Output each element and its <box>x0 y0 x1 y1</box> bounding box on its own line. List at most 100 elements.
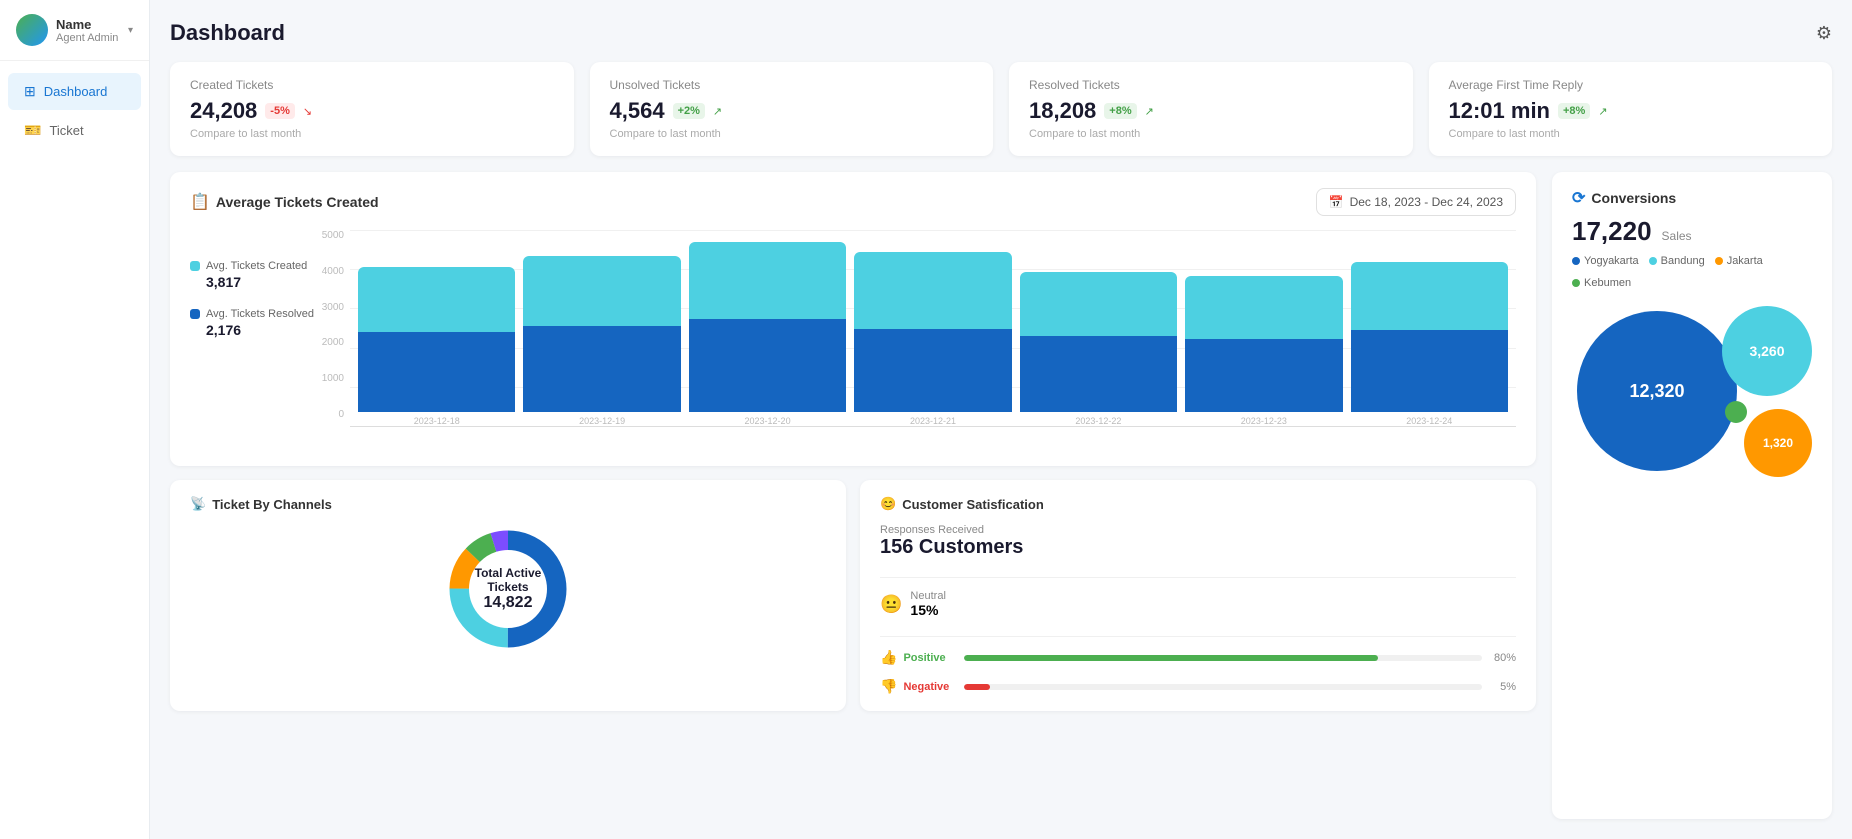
conversion-sub: Sales <box>1662 229 1692 243</box>
bubble-area: 12,320 3,260 1,320 <box>1572 301 1812 501</box>
bubble-val-yogyakarta: 12,320 <box>1629 381 1684 402</box>
stat-value-row: 18,208 +8% ↗ <box>1029 98 1393 124</box>
stat-badge: +8% <box>1104 103 1136 119</box>
bar-bottom-6 <box>1185 339 1342 412</box>
legend-bandung: Bandung <box>1649 255 1705 267</box>
bar-col-2: 2023-12-19 <box>523 256 680 426</box>
sidebar: Name Agent Admin ▾ ⊞ Dashboard 🎫 Ticket <box>0 0 150 839</box>
ticket-channels-card: 📡 Ticket By Channels <box>170 480 846 711</box>
label-jakarta: Jakarta <box>1727 255 1763 267</box>
channels-icon: 📡 <box>190 496 206 512</box>
bottom-section: 📋 Average Tickets Created 📅 Dec 18, 2023… <box>170 172 1832 819</box>
donut-wrapper: Total Active Tickets 14,822 <box>428 524 588 654</box>
bar-top-5 <box>1020 272 1177 336</box>
stat-badge: -5% <box>265 103 295 119</box>
lower-row: 📡 Ticket By Channels <box>170 480 1536 711</box>
stat-card-resolved: Resolved Tickets 18,208 +8% ↗ Compare to… <box>1009 62 1413 156</box>
stat-value: 4,564 <box>610 98 665 124</box>
conversion-title: ⟳ Conversions <box>1572 188 1812 208</box>
y-label: 2000 <box>322 337 344 348</box>
neutral-info: Neutral 15% <box>910 590 945 618</box>
legend-label-resolved: Avg. Tickets Resolved <box>206 308 314 320</box>
donut-total-label: Total Active Tickets <box>468 566 548 594</box>
responses-value: 156 Customers <box>880 536 1516 559</box>
sentiment-negative: 👎 Negative 5% <box>880 678 1516 695</box>
positive-bar-fill <box>964 655 1378 661</box>
bar-label-4: 2023-12-21 <box>910 416 956 426</box>
bar-label-1: 2023-12-18 <box>414 416 460 426</box>
bar-col-5: 2023-12-22 <box>1020 272 1177 426</box>
chart-container: Avg. Tickets Created 3,817 Avg. Tickets … <box>190 230 1516 450</box>
negative-pct: 5% <box>1488 681 1516 693</box>
bar-bottom-5 <box>1020 336 1177 412</box>
stat-value: 12:01 min <box>1449 98 1551 124</box>
bar-top-1 <box>358 267 515 332</box>
stat-label: Created Tickets <box>190 78 554 92</box>
bar-bottom-7 <box>1351 330 1508 413</box>
dot-kebumen <box>1572 279 1580 287</box>
neutral-label: Neutral <box>910 590 945 602</box>
donut-section: Total Active Tickets 14,822 <box>190 524 826 654</box>
bar-bottom-1 <box>358 332 515 412</box>
chart-area: 2023-12-18 2023-12-19 <box>350 230 1516 426</box>
csat-title-text: Customer Satisfication <box>902 497 1044 512</box>
chart-icon: 📋 <box>190 192 210 212</box>
user-name: Name <box>56 17 124 32</box>
settings-icon[interactable]: ⚙ <box>1816 23 1832 44</box>
sidebar-item-dashboard[interactable]: ⊞ Dashboard <box>8 73 141 110</box>
csat-icon: 😊 <box>880 496 896 512</box>
date-picker[interactable]: 📅 Dec 18, 2023 - Dec 24, 2023 <box>1316 188 1516 216</box>
bubble-val-jakarta: 1,320 <box>1763 436 1793 450</box>
stat-card-reply-time: Average First Time Reply 12:01 min +8% ↗… <box>1429 62 1833 156</box>
y-axis: 5000 4000 3000 2000 1000 0 <box>310 230 350 420</box>
user-role: Agent Admin <box>56 32 124 44</box>
label-bandung: Bandung <box>1661 255 1705 267</box>
negative-bar-fill <box>964 684 990 690</box>
y-label: 3000 <box>322 302 344 313</box>
bar-label-7: 2023-12-24 <box>1406 416 1452 426</box>
bars-container: 2023-12-18 2023-12-19 <box>350 230 1516 426</box>
conversion-value: 17,220 <box>1572 216 1652 247</box>
responses-section: Responses Received 156 Customers <box>880 524 1516 559</box>
csat-section: Responses Received 156 Customers 😐 Neutr… <box>880 524 1516 695</box>
user-profile[interactable]: Name Agent Admin ▾ <box>0 0 149 61</box>
bar-col-4: 2023-12-21 <box>854 252 1011 426</box>
bar-top-2 <box>523 256 680 326</box>
y-label: 0 <box>338 409 344 420</box>
page-title: Dashboard <box>170 20 285 46</box>
legend-label-created: Avg. Tickets Created <box>206 260 307 272</box>
neutral-icon: 😐 <box>880 594 902 615</box>
stat-value: 24,208 <box>190 98 257 124</box>
chart-header: 📋 Average Tickets Created 📅 Dec 18, 2023… <box>190 188 1516 216</box>
sidebar-item-label: Dashboard <box>44 84 108 99</box>
y-label: 5000 <box>322 230 344 241</box>
positive-pct: 80% <box>1488 652 1516 664</box>
dot-bandung <box>1649 257 1657 265</box>
conversion-icon: ⟳ <box>1572 188 1585 208</box>
dashboard-icon: ⊞ <box>24 83 36 100</box>
conversion-legend: Yogyakarta Bandung Jakarta Kebumen <box>1572 255 1812 289</box>
dot-jakarta <box>1715 257 1723 265</box>
right-panel: ⟳ Conversions 17,220 Sales Yogyakarta Ba… <box>1552 172 1832 819</box>
stat-compare: Compare to last month <box>190 128 554 140</box>
stat-value-row: 24,208 -5% ↘ <box>190 98 554 124</box>
legend-item-resolved: Avg. Tickets Resolved 2,176 <box>190 308 314 338</box>
stat-compare: Compare to last month <box>1449 128 1813 140</box>
legend-value-resolved: 2,176 <box>206 322 314 338</box>
bar-col-3: 2023-12-20 <box>689 242 846 426</box>
sidebar-item-ticket[interactable]: 🎫 Ticket <box>8 112 141 149</box>
neutral-section: 😐 Neutral 15% <box>880 590 1516 618</box>
stat-card-created: Created Tickets 24,208 -5% ↘ Compare to … <box>170 62 574 156</box>
avg-tickets-chart-card: 📋 Average Tickets Created 📅 Dec 18, 2023… <box>170 172 1536 466</box>
label-kebumen: Kebumen <box>1584 277 1631 289</box>
top-bar-right: ⚙ <box>1816 23 1832 44</box>
bar-label-5: 2023-12-22 <box>1075 416 1121 426</box>
legend-jakarta: Jakarta <box>1715 255 1763 267</box>
neutral-value: 15% <box>910 602 945 618</box>
bar-top-6 <box>1185 276 1342 339</box>
chevron-down-icon: ▾ <box>128 25 133 36</box>
divider <box>880 636 1516 637</box>
bar-col-6: 2023-12-23 <box>1185 276 1342 426</box>
y-label: 1000 <box>322 373 344 384</box>
conversion-value-row: 17,220 Sales <box>1572 216 1812 247</box>
